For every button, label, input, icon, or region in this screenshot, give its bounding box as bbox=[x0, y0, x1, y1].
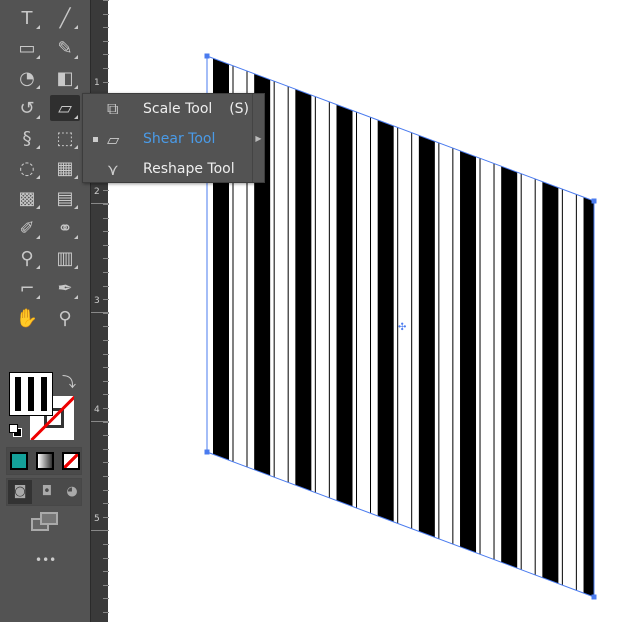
none-mode-button[interactable] bbox=[62, 452, 80, 470]
flyout-reshape-tool[interactable]: ⋎ Reshape Tool bbox=[83, 154, 253, 184]
black-stripe bbox=[583, 197, 594, 597]
anchor-handle[interactable] bbox=[591, 594, 597, 600]
default-fill-stroke-icon[interactable] bbox=[9, 424, 23, 438]
anchor-handle[interactable] bbox=[591, 198, 597, 204]
black-stripe bbox=[418, 135, 435, 538]
shear-icon: ▱ bbox=[107, 129, 120, 149]
color-mode-button[interactable] bbox=[10, 452, 28, 470]
reference-point-icon[interactable]: ✣ bbox=[398, 322, 406, 333]
scale-icon: ⧉ bbox=[107, 99, 119, 118]
draw-behind-icon[interactable]: ◘ bbox=[35, 480, 59, 504]
screen-mode-icon[interactable] bbox=[31, 512, 59, 532]
edit-toolbar-button[interactable]: ••• bbox=[35, 553, 56, 567]
black-stripe bbox=[501, 166, 518, 569]
black-stripe bbox=[295, 89, 312, 492]
draw-inside-icon[interactable]: ◕ bbox=[60, 480, 84, 504]
tearoff-arrow-icon[interactable]: ▶ bbox=[252, 94, 264, 182]
flyout-shear-tool[interactable]: ▱ Shear Tool bbox=[83, 124, 253, 154]
black-stripe bbox=[377, 119, 394, 522]
fill-swatch-front bbox=[9, 372, 53, 416]
flyout-scale-tool[interactable]: ⧉ Scale Tool (S) bbox=[83, 94, 253, 124]
anchor-handle[interactable] bbox=[204, 53, 210, 59]
reshape-icon: ⋎ bbox=[107, 159, 119, 179]
black-stripe bbox=[542, 181, 559, 584]
shear-tool-flyout: ⧉ Scale Tool (S) ▱ Shear Tool ⋎ Reshape … bbox=[82, 93, 265, 183]
black-stripe bbox=[460, 150, 477, 553]
black-stripe bbox=[336, 104, 353, 507]
swap-fill-stroke-icon[interactable]: ⤵ bbox=[62, 372, 76, 392]
anchor-handle[interactable] bbox=[204, 449, 210, 455]
gradient-mode-button[interactable] bbox=[36, 452, 54, 470]
draw-normal-icon[interactable]: ◙ bbox=[8, 480, 32, 504]
